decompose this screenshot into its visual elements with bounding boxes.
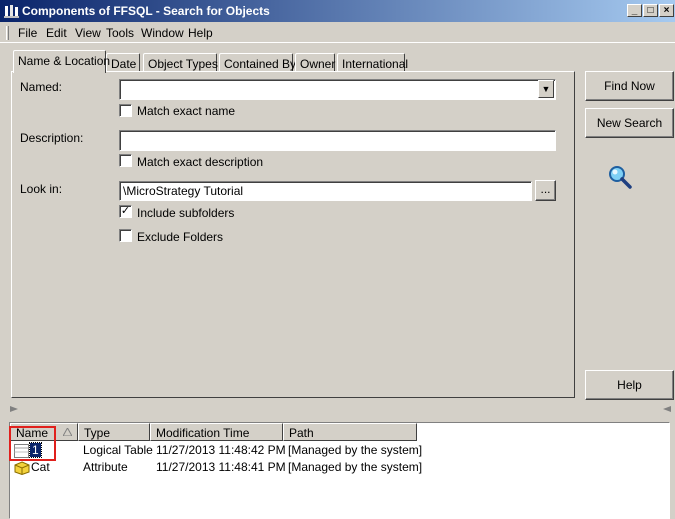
match-exact-name-label: Match exact name: [137, 104, 236, 118]
description-label: Description:: [20, 131, 84, 145]
splitter-left-arrow-icon: [10, 406, 18, 412]
named-dropdown-button[interactable]: ▼: [538, 80, 554, 98]
menu-bar: File Edit View Tools Window Help: [0, 23, 675, 43]
exclude-folders-label: Exclude Folders: [137, 230, 224, 244]
menu-grip: [6, 26, 9, 40]
magnifier-icon: [609, 166, 632, 189]
title-bar[interactable]: Components of FFSQL - Search for Objects…: [0, 0, 675, 22]
menu-help[interactable]: Help: [188, 26, 213, 40]
include-subfolders-checkbox[interactable]: ✓: [119, 205, 132, 218]
minimize-button[interactable]: _: [627, 4, 642, 17]
exclude-folders-checkbox[interactable]: [119, 229, 132, 242]
tab-panel: [11, 71, 575, 398]
row-path: [Managed by the system]: [288, 443, 423, 457]
highlight-box: [9, 426, 56, 461]
tab-object-types[interactable]: Object Types: [143, 53, 218, 72]
match-exact-name-checkbox[interactable]: [119, 104, 132, 117]
column-header-type[interactable]: Type: [78, 423, 150, 441]
row-type: Logical Table: [83, 443, 153, 457]
include-subfolders-label: Include subfolders: [137, 206, 235, 220]
menu-view[interactable]: View: [75, 26, 101, 40]
lookin-input[interactable]: \MicroStrategy Tutorial: [119, 181, 532, 201]
tab-name-location[interactable]: Name & Location: [13, 50, 110, 73]
splitter[interactable]: [0, 404, 675, 414]
tab-contained-by[interactable]: Contained By: [219, 53, 296, 72]
column-header-path[interactable]: Path: [283, 423, 417, 441]
menu-edit[interactable]: Edit: [46, 26, 67, 40]
help-button[interactable]: Help: [585, 370, 674, 400]
tab-international[interactable]: International: [337, 53, 408, 72]
new-search-button[interactable]: New Search: [585, 108, 674, 138]
table-row[interactable]: Cat Attribute 11/27/2013 11:48:41 PM [Ma…: [10, 460, 670, 476]
close-button[interactable]: ×: [659, 4, 674, 17]
table-row[interactable]: 1 Logical Table 11/27/2013 11:48:42 PM […: [10, 442, 670, 459]
tab-date[interactable]: Date: [106, 53, 140, 72]
column-header-modification-time[interactable]: Modification Time: [150, 423, 283, 441]
menu-window[interactable]: Window: [141, 26, 184, 40]
window-title: Components of FFSQL - Search for Objects: [22, 4, 270, 18]
row-name[interactable]: Cat: [31, 460, 50, 474]
splitter-right-arrow-icon: [663, 406, 671, 412]
match-exact-description-label: Match exact description: [137, 155, 264, 169]
find-now-button[interactable]: Find Now: [585, 71, 674, 101]
named-combobox[interactable]: [119, 79, 556, 100]
maximize-button[interactable]: □: [643, 4, 658, 17]
menu-tools[interactable]: Tools: [106, 26, 134, 40]
attribute-icon: [14, 461, 30, 475]
named-label: Named:: [20, 80, 63, 94]
row-type: Attribute: [83, 460, 128, 474]
row-modified: 11/27/2013 11:48:41 PM: [156, 460, 286, 474]
browse-button[interactable]: ...: [535, 180, 556, 201]
row-modified: 11/27/2013 11:48:42 PM: [156, 443, 286, 457]
lookin-label: Look in:: [20, 182, 63, 196]
menu-file[interactable]: File: [18, 26, 37, 40]
sort-ascending-icon: [63, 428, 72, 436]
match-exact-description-checkbox[interactable]: [119, 154, 132, 167]
row-path: [Managed by the system]: [288, 460, 423, 474]
app-icon: [4, 5, 19, 18]
tab-owner[interactable]: Owner: [295, 53, 335, 72]
description-input[interactable]: [119, 130, 556, 151]
